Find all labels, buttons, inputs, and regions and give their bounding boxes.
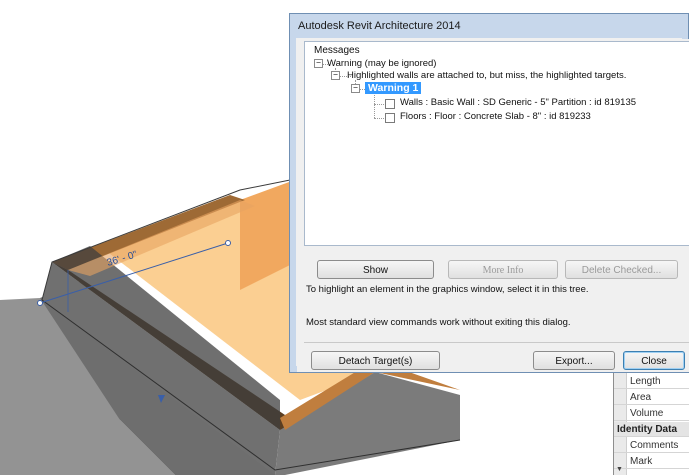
messages-label: Messages — [314, 45, 360, 56]
dimension-grip-left[interactable] — [37, 300, 43, 306]
scroll-down-icon[interactable]: ▼ — [616, 466, 623, 473]
property-length[interactable]: Length — [614, 374, 689, 389]
dimension-grip-right[interactable] — [225, 240, 231, 246]
more-info-button[interactable]: More Info — [448, 260, 558, 279]
close-button[interactable]: Close — [623, 351, 685, 370]
item-checkbox-wall[interactable] — [385, 99, 395, 109]
tree-connector — [374, 118, 384, 119]
hint-view-commands-text: Most standard view commands work without… — [306, 317, 571, 328]
export-button[interactable]: Export... — [533, 351, 615, 370]
collapse-icon[interactable]: − — [351, 84, 360, 93]
messages-tree[interactable]: Messages − Warning (may be ignored) − Hi… — [304, 41, 689, 246]
tree-node-warning-root[interactable]: Warning (may be ignored) — [327, 58, 436, 69]
dialog-body: Messages − Warning (may be ignored) − Hi… — [297, 39, 689, 372]
property-group-identity-data[interactable]: Identity Data — [614, 422, 689, 437]
property-area[interactable]: Area — [614, 390, 689, 405]
warning-dialog: Autodesk Revit Architecture 2014 Message… — [289, 13, 689, 373]
hint-highlight-text: To highlight an element in the graphics … — [306, 284, 589, 295]
tree-connector — [374, 93, 375, 118]
collapse-icon[interactable]: − — [314, 59, 323, 68]
show-button[interactable]: Show — [317, 260, 434, 279]
tree-node-floor[interactable]: Floors : Floor : Concrete Slab - 8" : id… — [400, 111, 591, 122]
property-mark[interactable]: Mark — [614, 454, 689, 469]
item-checkbox-floor[interactable] — [385, 113, 395, 123]
tree-node-warning-message[interactable]: Highlighted walls are attached to, but m… — [347, 70, 626, 81]
tree-node-warning-1[interactable]: Warning 1 — [365, 82, 422, 94]
dialog-title: Autodesk Revit Architecture 2014 — [298, 20, 461, 32]
tree-connector — [374, 104, 384, 105]
tree-node-wall[interactable]: Walls : Basic Wall : SD Generic - 5" Par… — [400, 97, 636, 108]
delete-checked-button[interactable]: Delete Checked... — [565, 260, 678, 279]
property-comments[interactable]: Comments — [614, 438, 689, 453]
dialog-divider — [304, 342, 689, 343]
detach-targets-button[interactable]: Detach Target(s) — [311, 351, 440, 370]
properties-panel: Length Area Volume Identity Data Comment… — [613, 372, 689, 475]
collapse-icon[interactable]: − — [331, 71, 340, 80]
property-volume[interactable]: Volume — [614, 406, 689, 421]
